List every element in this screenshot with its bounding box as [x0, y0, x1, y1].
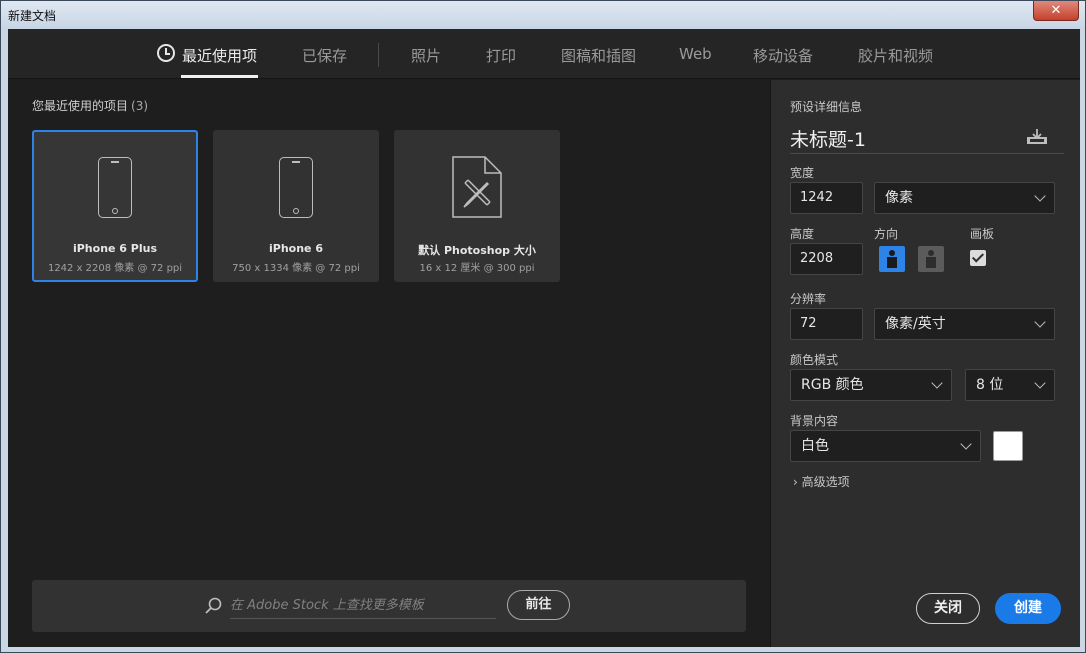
preset-card-name: iPhone 6 Plus: [72, 242, 158, 255]
document-name-field[interactable]: 未标题-1: [790, 125, 866, 152]
width-label: 宽度: [790, 166, 815, 180]
resolution-input[interactable]: 72: [790, 308, 863, 340]
preset-card-iphone6plus[interactable]: iPhone 6 Plus 1242 x 2208 像素 @ 72 ppi: [32, 130, 198, 282]
tab-recent[interactable]: 最近使用项: [182, 45, 257, 66]
preset-card-iphone6[interactable]: iPhone 6 750 x 1334 像素 @ 72 ppi: [213, 130, 379, 282]
chevron-down-icon: [960, 438, 972, 450]
stock-search-bar: 前往: [32, 580, 746, 632]
preset-card-details: 750 x 1334 像素 @ 72 ppi: [232, 263, 360, 274]
tab-mobile[interactable]: 移动设备: [753, 45, 813, 66]
phone-icon: [279, 157, 313, 218]
resolution-label: 分辨率: [790, 292, 827, 306]
document-tools-icon: [452, 156, 502, 218]
width-input[interactable]: 1242: [790, 182, 863, 214]
dialog-client: 最近使用项 已保存 照片 打印 图稿和插图 Web 移动设备 胶片和视频 您最近…: [8, 29, 1080, 647]
background-color-swatch[interactable]: [993, 431, 1023, 461]
color-mode-value: RGB 颜色: [801, 377, 864, 393]
preset-card-default-photoshop[interactable]: 默认 Photoshop 大小 16 x 12 厘米 @ 300 ppi: [394, 130, 560, 282]
color-mode-select[interactable]: RGB 颜色: [790, 369, 952, 401]
clock-icon: [157, 44, 175, 62]
resolution-unit-select[interactable]: 像素/英寸: [874, 308, 1055, 340]
width-unit-value: 像素: [885, 190, 913, 206]
category-tabs: 最近使用项 已保存 照片 打印 图稿和插图 Web 移动设备 胶片和视频: [8, 29, 1080, 79]
color-mode-label: 颜色模式: [790, 353, 839, 367]
tab-art-illustration[interactable]: 图稿和插图: [561, 45, 636, 66]
preset-card-name: iPhone 6: [269, 242, 323, 255]
advanced-options-toggle[interactable]: › 高级选项: [793, 473, 850, 490]
stock-go-button[interactable]: 前往: [507, 590, 570, 620]
tab-film-video[interactable]: 胶片和视频: [858, 45, 933, 66]
create-button[interactable]: 创建: [995, 593, 1061, 624]
height-label: 高度: [790, 227, 815, 241]
preset-details-heading: 预设详细信息: [790, 100, 863, 114]
height-input[interactable]: 2208: [790, 243, 863, 275]
close-icon: ✕: [1050, 3, 1062, 18]
chevron-right-icon: ›: [793, 475, 798, 489]
chevron-down-icon: [1034, 316, 1046, 328]
window-title: 新建文档: [8, 9, 57, 23]
background-value: 白色: [801, 438, 829, 454]
recent-items-count: (3): [131, 99, 149, 113]
tab-saved[interactable]: 已保存: [302, 45, 347, 66]
preset-card-name: 默认 Photoshop 大小: [418, 244, 536, 257]
advanced-options-label: 高级选项: [801, 475, 850, 489]
portrait-icon: [889, 250, 895, 256]
phone-icon: [98, 157, 132, 218]
width-unit-select[interactable]: 像素: [874, 182, 1055, 214]
title-bar: 新建文档 ✕: [1, 1, 1085, 29]
landscape-orientation-button[interactable]: [918, 246, 944, 272]
orientation-label: 方向: [874, 227, 899, 241]
active-tab-indicator: [181, 75, 258, 78]
bit-depth-value: 8 位: [976, 377, 1004, 393]
window-close-button[interactable]: ✕: [1033, 1, 1079, 21]
chevron-down-icon: [931, 377, 943, 389]
landscape-icon-body: [926, 257, 936, 268]
tab-web[interactable]: Web: [679, 45, 712, 63]
recent-items-label: 您最近使用的项目: [32, 99, 129, 113]
search-icon: [205, 597, 222, 614]
chevron-down-icon: [1034, 377, 1046, 389]
title-underline: [790, 153, 1064, 154]
new-document-dialog: 新建文档 ✕ 最近使用项 已保存 照片 打印 图稿和插图 Web 移动设备 胶片…: [0, 0, 1086, 653]
preset-details-panel: 预设详细信息 未标题-1 宽度 1242 像素 高度 方向 画板 2208 分辨…: [770, 80, 1080, 647]
chevron-down-icon: [1034, 190, 1046, 202]
portrait-icon-body: [887, 257, 897, 268]
portrait-orientation-button[interactable]: [879, 246, 905, 272]
save-preset-icon[interactable]: [1026, 128, 1048, 146]
artboard-label: 画板: [970, 227, 995, 241]
landscape-icon: [928, 250, 934, 256]
bit-depth-select[interactable]: 8 位: [965, 369, 1055, 401]
recent-items-heading: 您最近使用的项目 (3): [32, 97, 148, 114]
preset-card-details: 1242 x 2208 像素 @ 72 ppi: [47, 263, 183, 274]
resolution-unit-value: 像素/英寸: [885, 316, 946, 332]
artboard-checkbox[interactable]: [970, 250, 986, 266]
tab-print[interactable]: 打印: [486, 45, 516, 66]
stock-search-input[interactable]: [230, 593, 496, 619]
recent-panel: 您最近使用的项目 (3) iPhone 6 Plus 1242 x 2208 像素…: [8, 80, 770, 647]
tab-photo[interactable]: 照片: [411, 45, 441, 66]
preset-card-details: 16 x 12 厘米 @ 300 ppi: [419, 263, 535, 274]
close-button[interactable]: 关闭: [916, 593, 980, 624]
tab-divider: [378, 43, 379, 67]
background-label: 背景内容: [790, 414, 839, 428]
background-select[interactable]: 白色: [790, 430, 981, 462]
